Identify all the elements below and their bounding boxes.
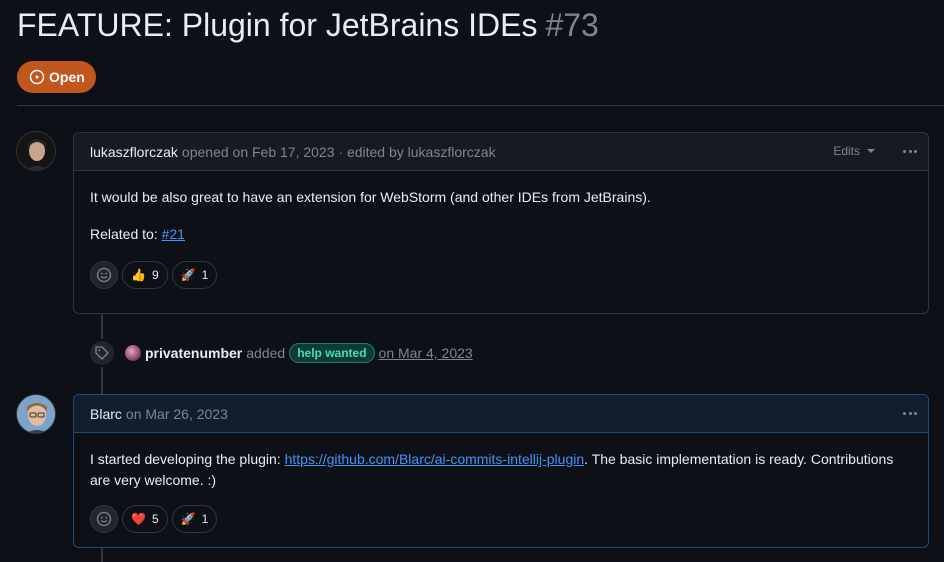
reaction-count: 1: [201, 267, 209, 282]
heart-icon: ❤️: [131, 511, 146, 526]
edits-dropdown[interactable]: Edits: [833, 144, 876, 158]
comment-meta: on Mar 26, 2023: [125, 405, 228, 422]
comment-body: It would be also great to have an extens…: [74, 171, 928, 305]
comment-text: I started developing the plugin: https:/…: [90, 449, 912, 491]
issue-title: FEATURE: Plugin for JetBrains IDEs: [17, 7, 538, 43]
smiley-icon: [96, 511, 112, 527]
timeline-label-event: privatenumber added help wanted on Mar 4…: [88, 339, 473, 367]
event-action: added: [246, 345, 286, 361]
smiley-icon: [96, 267, 112, 283]
issue-number: #73: [545, 7, 599, 43]
avatar[interactable]: [16, 131, 56, 171]
timeline-line: [101, 367, 103, 395]
comment-meta: opened on Feb 17, 2023 · edited by lukas…: [181, 143, 496, 160]
tag-icon: [88, 339, 116, 367]
issue-comment: lukaszflorczak opened on Feb 17, 2023 · …: [73, 132, 929, 314]
related-issue-link[interactable]: #21: [162, 226, 185, 242]
comment-header: lukaszflorczak opened on Feb 17, 2023 · …: [74, 133, 928, 171]
reaction-count: 9: [151, 267, 159, 282]
event-date-link[interactable]: on Mar 4, 2023: [379, 345, 473, 361]
add-reaction-button[interactable]: [90, 505, 118, 533]
avatar[interactable]: [16, 394, 56, 434]
avatar[interactable]: [125, 345, 141, 361]
comment-header: Blarc on Mar 26, 2023: [74, 395, 928, 433]
comment-text: It would be also great to have an extens…: [90, 189, 651, 205]
comment-author[interactable]: Blarc: [90, 406, 122, 422]
comment-author[interactable]: lukaszflorczak: [90, 144, 178, 160]
reaction-count: 1: [201, 511, 209, 526]
comment-text-prefix: I started developing the plugin:: [90, 451, 285, 467]
caret-down-icon: [867, 149, 875, 153]
thumbs-up-icon: 👍: [131, 267, 146, 282]
timeline-line: [101, 548, 103, 562]
kebab-menu-icon[interactable]: [902, 405, 918, 421]
kebab-menu-icon[interactable]: [902, 143, 918, 159]
status-label: Open: [49, 69, 85, 85]
reactions-bar: ❤️ 5 🚀 1: [90, 505, 912, 533]
edits-label: Edits: [833, 144, 860, 158]
timeline-line: [101, 314, 103, 340]
rocket-icon: 🚀: [180, 511, 196, 526]
issue-title-row: FEATURE: Plugin for JetBrains IDEs #73: [17, 4, 599, 46]
user-avatar-image: [17, 132, 55, 170]
status-badge: Open: [17, 61, 96, 93]
related-line: Related to: #21: [90, 224, 912, 245]
related-prefix: Related to:: [90, 226, 162, 242]
label-help-wanted[interactable]: help wanted: [289, 343, 375, 363]
plugin-repo-link[interactable]: https://github.com/Blarc/ai-commits-inte…: [285, 451, 585, 467]
comment-body: I started developing the plugin: https:/…: [74, 433, 928, 549]
reaction-rocket[interactable]: 🚀 1: [171, 261, 218, 289]
header-divider: [17, 105, 944, 106]
reactions-bar: 👍 9 🚀 1: [90, 261, 912, 289]
event-actor[interactable]: privatenumber: [145, 345, 242, 361]
user-avatar-image: [17, 395, 55, 433]
rocket-icon: 🚀: [180, 267, 196, 282]
add-reaction-button[interactable]: [90, 261, 118, 289]
issue-open-icon: [29, 69, 45, 85]
issue-comment: Blarc on Mar 26, 2023 I started developi…: [73, 394, 929, 548]
reaction-thumbs-up[interactable]: 👍 9: [122, 261, 168, 289]
reaction-rocket[interactable]: 🚀 1: [171, 505, 218, 533]
reaction-count: 5: [151, 511, 159, 526]
reaction-heart[interactable]: ❤️ 5: [122, 505, 168, 533]
